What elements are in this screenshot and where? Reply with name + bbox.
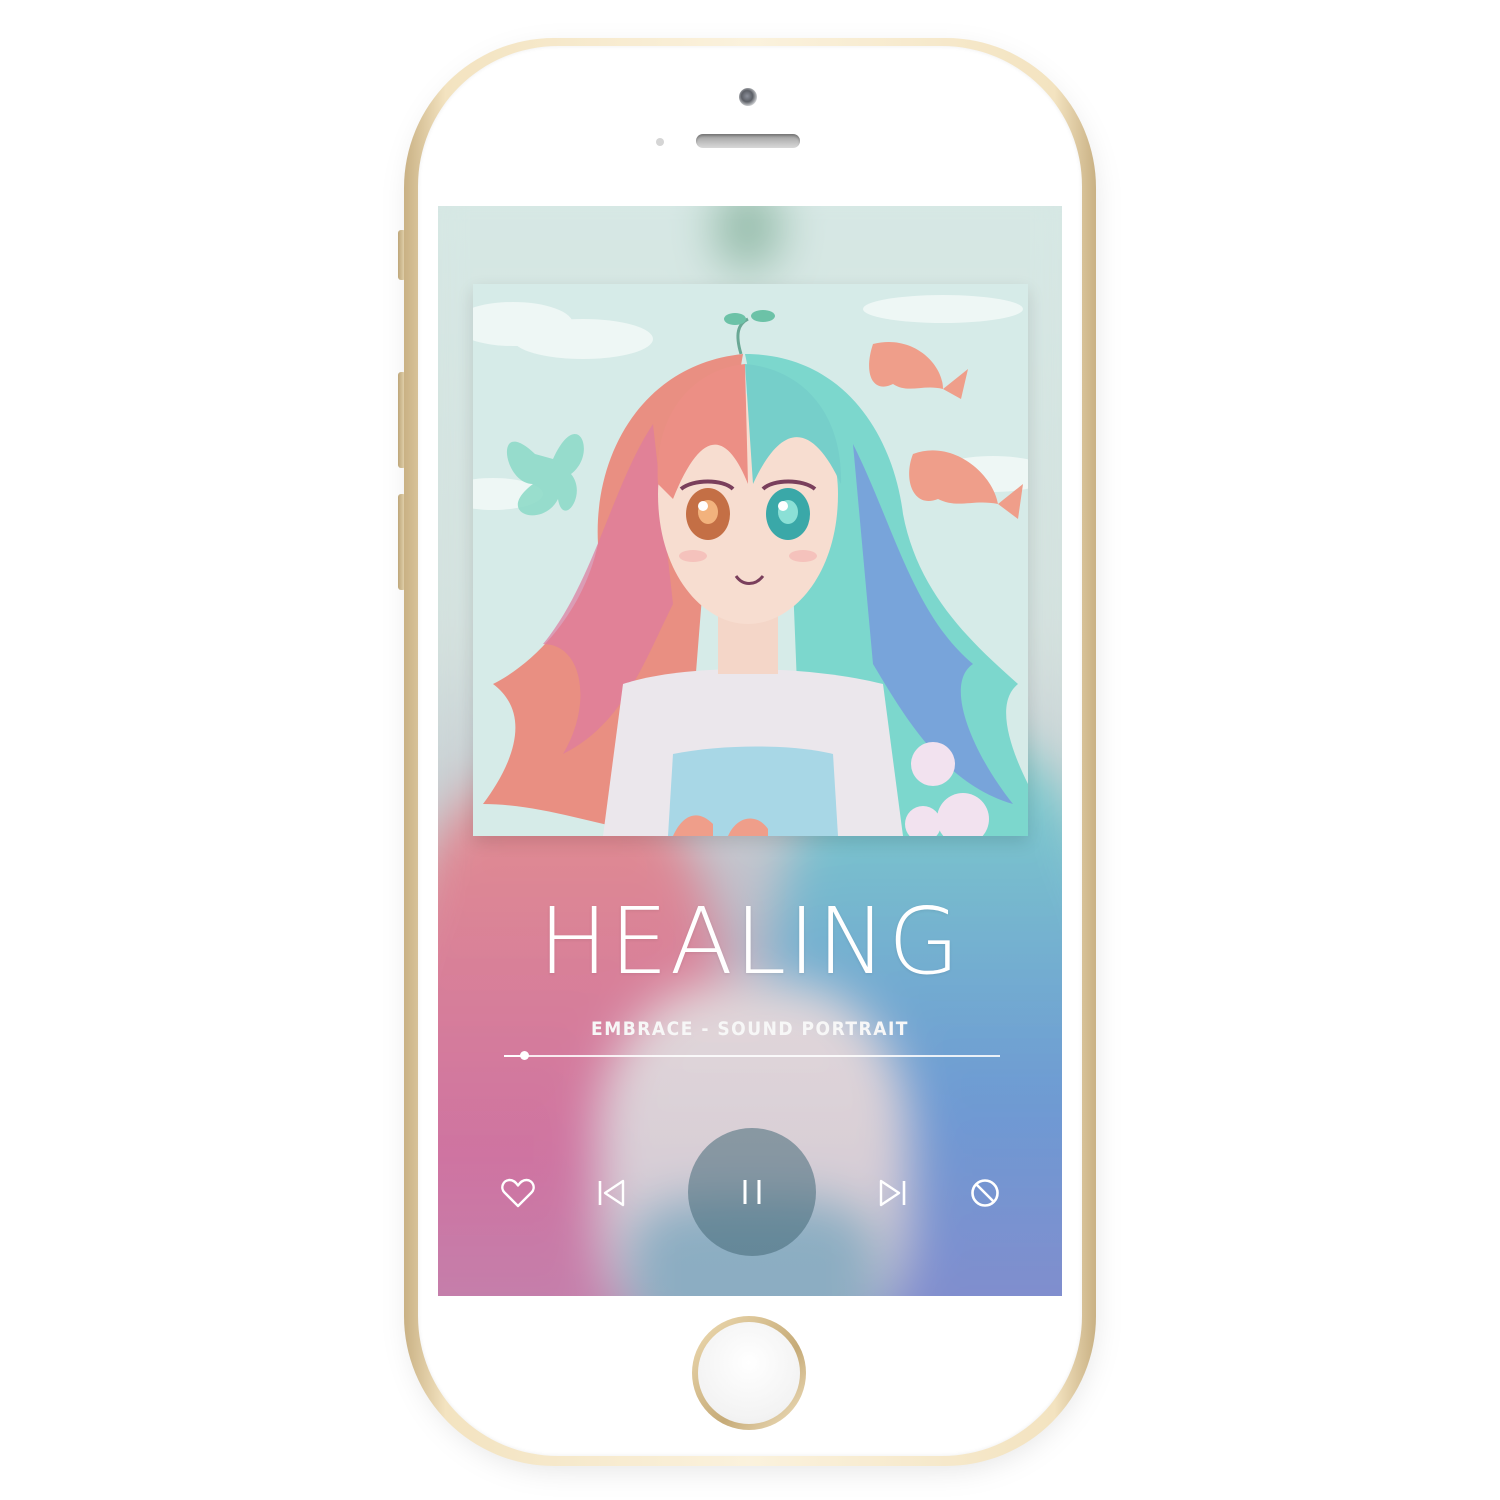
heart-icon [501,1178,535,1208]
front-camera [739,88,757,106]
like-button[interactable] [498,1176,538,1210]
song-title: HEALING [538,888,962,995]
pause-icon [743,1180,761,1204]
play-pause-button[interactable] [688,1128,816,1256]
proximity-sensor [656,138,664,146]
earpiece-speaker [696,134,800,148]
progress-knob[interactable] [519,1051,529,1060]
block-icon [971,1179,999,1207]
progress-bar[interactable] [504,1051,1000,1060]
skip-previous-icon [598,1179,625,1207]
home-button[interactable] [692,1316,806,1430]
album-art [473,284,1028,836]
next-track-button[interactable] [874,1176,910,1210]
block-button[interactable] [968,1176,1002,1210]
skip-next-icon [879,1179,906,1207]
previous-track-button[interactable] [594,1176,630,1210]
artist-album-subtitle: EMBRACE - SOUND PORTRAIT [591,1018,909,1040]
music-player-screen: HEALING EMBRACE - SOUND PORTRAIT [438,206,1062,1296]
